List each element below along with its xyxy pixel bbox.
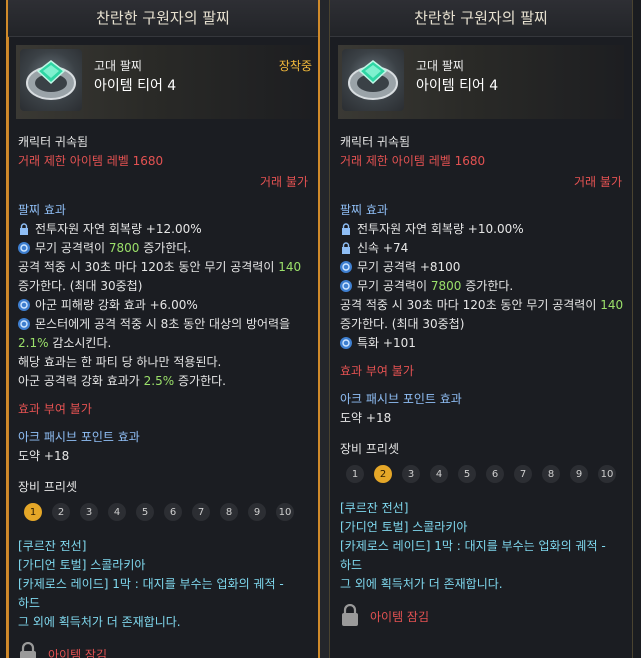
lock-icon — [340, 222, 352, 235]
source-more: 그 외에 획득처가 더 존재합니다. — [18, 615, 181, 629]
stack-line: 공격 적중 시 30초 마다 120초 동안 무기 공격력이 140 — [18, 260, 302, 274]
effect-header: 팔찌 효과 — [340, 203, 388, 217]
source-line: [카제로스 레이드] 1막 : 대지를 부수는 업화의 궤적 - — [18, 577, 284, 591]
preset-button[interactable]: 4 — [108, 503, 126, 521]
preset-header: 장비 프리셋 — [18, 480, 78, 494]
lock-text: 아이템 잠김 — [370, 610, 430, 624]
untradable-text: 거래 불가 — [574, 175, 622, 189]
item-title: 찬란한 구원자의 팔찌 — [330, 0, 632, 37]
preset-button[interactable]: 5 — [458, 465, 476, 483]
bound-text: 캐릭터 귀속됨 — [340, 135, 411, 149]
preset-button[interactable]: 8 — [220, 503, 238, 521]
effect-line: 무기 공격력이 7800 증가한다. — [18, 239, 308, 258]
effect-line: 무기 공격력이 7800 증가한다. — [340, 277, 622, 296]
preset-button[interactable]: 7 — [192, 503, 210, 521]
trade-level: 거래 제한 아이템 레벨 1680 — [18, 154, 164, 168]
source-line: [가디언 토벌] 스콜라키아 — [18, 558, 146, 572]
effect-line: 신속 +74 — [340, 239, 622, 258]
padlock-icon — [340, 603, 360, 629]
swirl-icon — [340, 336, 352, 349]
swirl-icon — [340, 260, 352, 273]
item-tier: 아이템 티어 4 — [416, 78, 499, 94]
preset-row: 1 2 3 4 5 6 7 8 9 10 — [18, 503, 308, 521]
game-background-right — [632, 0, 641, 658]
swirl-icon — [18, 298, 30, 311]
bound-text: 캐릭터 귀속됨 — [18, 135, 89, 149]
source-line: [카제로스 레이드] 1막 : 대지를 부수는 업화의 궤적 - — [340, 539, 606, 553]
party-line: 해당 효과는 한 파티 당 하나만 적용된다. — [18, 355, 222, 369]
bracelet-icon — [342, 49, 404, 111]
no-grant-text: 효과 부여 불가 — [18, 402, 92, 416]
item-header: 고대 팔찌 아이템 티어 4 장착중 — [16, 45, 312, 119]
source-header: [쿠르잔 전선] — [340, 501, 409, 515]
preset-button[interactable]: 1 — [346, 465, 364, 483]
preset-button[interactable]: 7 — [514, 465, 532, 483]
item-tooltip-compare: 찬란한 구원자의 팔찌 고대 팔찌 아이템 티어 4 캐릭터 귀속됨 거래 제한… — [329, 0, 633, 658]
swirl-icon — [18, 241, 30, 254]
preset-header: 장비 프리셋 — [340, 442, 400, 456]
preset-button[interactable]: 10 — [598, 465, 616, 483]
ally-line: 아군 공격력 강화 효과가 2.5% 증가한다. — [18, 374, 226, 388]
effect-header: 팔찌 효과 — [18, 203, 66, 217]
equipped-badge: 장착중 — [278, 59, 312, 73]
swirl-icon — [340, 279, 352, 292]
item-lock-row: 아이템 잠김 — [340, 603, 622, 629]
preset-button[interactable]: 3 — [80, 503, 98, 521]
untradable-text: 거래 불가 — [260, 175, 308, 189]
swirl-icon — [18, 317, 30, 330]
effect-line: 아군 피해량 강화 효과 +6.00% — [18, 296, 308, 315]
source-more: 그 외에 획득처가 더 존재합니다. — [340, 577, 503, 591]
preset-button[interactable]: 9 — [570, 465, 588, 483]
ark-header: 아크 패시브 포인트 효과 — [340, 392, 462, 406]
preset-button[interactable]: 10 — [276, 503, 294, 521]
preset-button[interactable]: 5 — [136, 503, 154, 521]
lock-icon — [340, 241, 352, 254]
preset-button[interactable]: 8 — [542, 465, 560, 483]
stack-line-2: 증가한다. (최대 30중첩) — [340, 317, 465, 331]
preset-button[interactable]: 2 — [52, 503, 70, 521]
effect-line: 특화 +101 — [340, 334, 622, 353]
item-tooltip-equipped: 찬란한 구원자의 팔찌 고대 팔찌 아이템 티어 4 장착중 캐릭터 귀속됨 거… — [6, 0, 320, 658]
stack-line: 공격 적중 시 30초 마다 120초 동안 무기 공격력이 140 — [340, 298, 624, 312]
lock-text: 아이템 잠김 — [48, 648, 108, 658]
ark-value: 도약 +18 — [18, 449, 70, 463]
item-grade: 고대 팔찌 — [94, 59, 142, 73]
preset-button[interactable]: 6 — [164, 503, 182, 521]
preset-row: 1 2 3 4 5 6 7 8 9 10 — [340, 465, 622, 483]
ark-value: 도약 +18 — [340, 411, 392, 425]
effect-line: 전투자원 자연 회복량 +12.00% — [18, 220, 308, 239]
ark-header: 아크 패시브 포인트 효과 — [18, 430, 140, 444]
source-line: [가디언 토벌] 스콜라키아 — [340, 520, 468, 534]
effect-line: 몬스터에게 공격 적중 시 8초 동안 대상의 방어력을 — [18, 315, 308, 334]
effect-line: 무기 공격력 +8100 — [340, 258, 622, 277]
no-grant-text: 효과 부여 불가 — [340, 364, 414, 378]
bracelet-icon — [20, 49, 82, 111]
preset-button[interactable]: 4 — [430, 465, 448, 483]
source-line: 하드 — [340, 558, 363, 572]
preset-button[interactable]: 3 — [402, 465, 420, 483]
source-header: [쿠르잔 전선] — [18, 539, 87, 553]
lock-icon — [18, 222, 30, 235]
source-line: 하드 — [18, 596, 41, 610]
padlock-icon — [18, 641, 38, 658]
preset-button[interactable]: 1 — [24, 503, 42, 521]
preset-button[interactable]: 2 — [374, 465, 392, 483]
effect-line-cont: 2.1% 감소시킨다. — [18, 336, 112, 350]
effect-line: 전투자원 자연 회복량 +10.00% — [340, 220, 622, 239]
item-title: 찬란한 구원자의 팔찌 — [8, 0, 318, 37]
stack-line-2: 증가한다. (최대 30중첩) — [18, 279, 143, 293]
item-lock-row: 아이템 잠김 — [18, 641, 308, 658]
item-grade: 고대 팔찌 — [416, 59, 464, 73]
preset-button[interactable]: 6 — [486, 465, 504, 483]
preset-button[interactable]: 9 — [248, 503, 266, 521]
item-tier: 아이템 티어 4 — [94, 78, 177, 94]
item-header: 고대 팔찌 아이템 티어 4 — [338, 45, 624, 119]
trade-level: 거래 제한 아이템 레벨 1680 — [340, 154, 486, 168]
